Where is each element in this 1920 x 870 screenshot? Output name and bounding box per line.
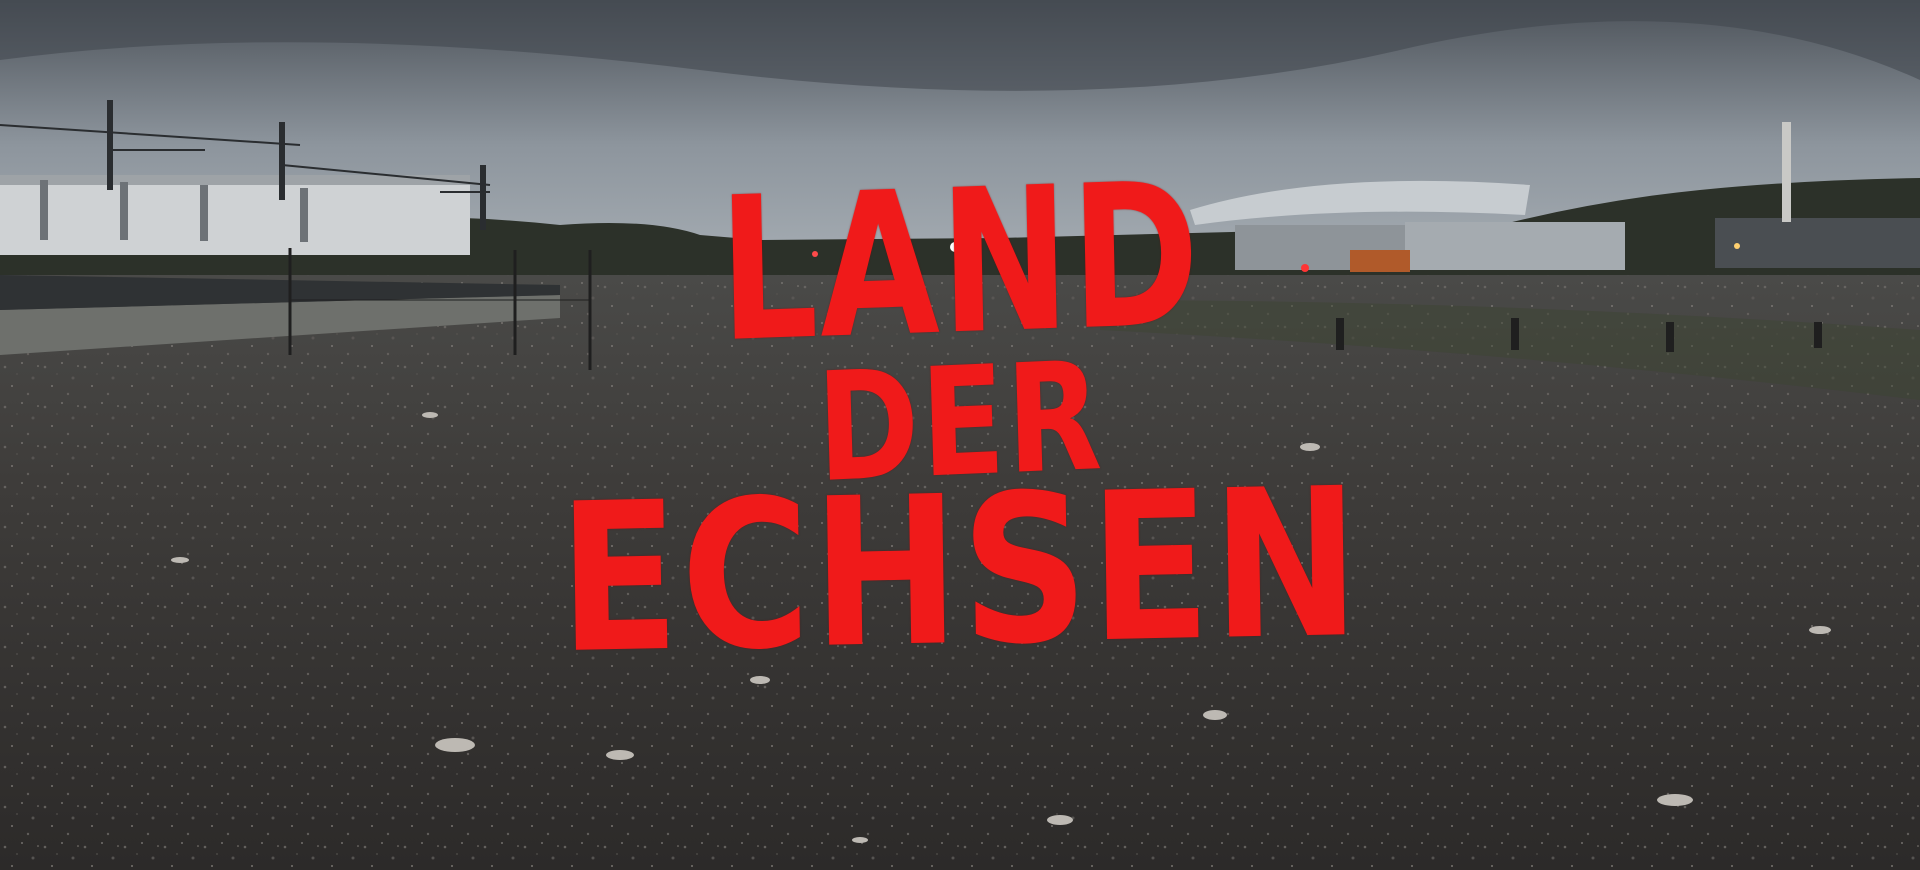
building-right-2 <box>1405 222 1625 270</box>
warehouse-left <box>0 175 470 255</box>
film-title-frame: LAND DER ECHSEN <box>0 0 1920 870</box>
background-scene <box>0 0 1920 870</box>
chimney <box>1782 122 1791 222</box>
